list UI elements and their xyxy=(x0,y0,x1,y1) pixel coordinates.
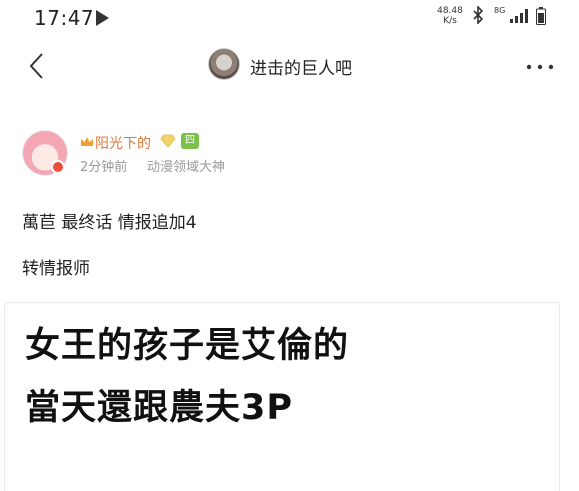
network-speed-unit: K/s xyxy=(443,16,457,26)
more-horizontal-icon[interactable] xyxy=(526,64,554,70)
post-subtitle: 转情报师 xyxy=(22,259,90,279)
chevron-left-icon[interactable] xyxy=(28,52,44,80)
vip-diamond-icon xyxy=(160,134,176,148)
level-badge: 四 xyxy=(181,133,199,149)
post-image[interactable]: 女王的孩子是艾倫的 當天還跟農夫3P xyxy=(4,302,560,491)
status-time: 17:47 xyxy=(34,6,95,30)
network-speed: 48.48 K/s xyxy=(432,6,468,26)
post-time: 2分钟前 xyxy=(80,160,128,175)
bluetooth-icon xyxy=(473,6,484,24)
avatar-badge xyxy=(51,160,65,174)
user-rank: 动漫领域大神 xyxy=(147,160,226,175)
signal-icon xyxy=(510,9,528,23)
nav-bar: 进击的巨人吧 xyxy=(0,40,579,92)
image-text-line-1: 女王的孩子是艾倫的 xyxy=(25,326,350,366)
network-speed-value: 48.48 xyxy=(437,6,463,16)
sim-label: 8G xyxy=(494,6,506,15)
username[interactable]: 阳光下的 xyxy=(95,133,151,153)
image-text-line-2: 當天還跟農夫3P xyxy=(25,388,294,428)
status-bar: 17:47 48.48 K/s 8G xyxy=(0,0,579,36)
play-icon xyxy=(96,10,109,26)
crown-icon xyxy=(81,137,93,146)
forum-title[interactable]: 进击的巨人吧 xyxy=(250,54,352,79)
post-title: 萬苣 最终话 情报追加4 xyxy=(22,213,197,233)
battery-icon xyxy=(536,7,546,25)
forum-avatar[interactable] xyxy=(208,48,240,80)
